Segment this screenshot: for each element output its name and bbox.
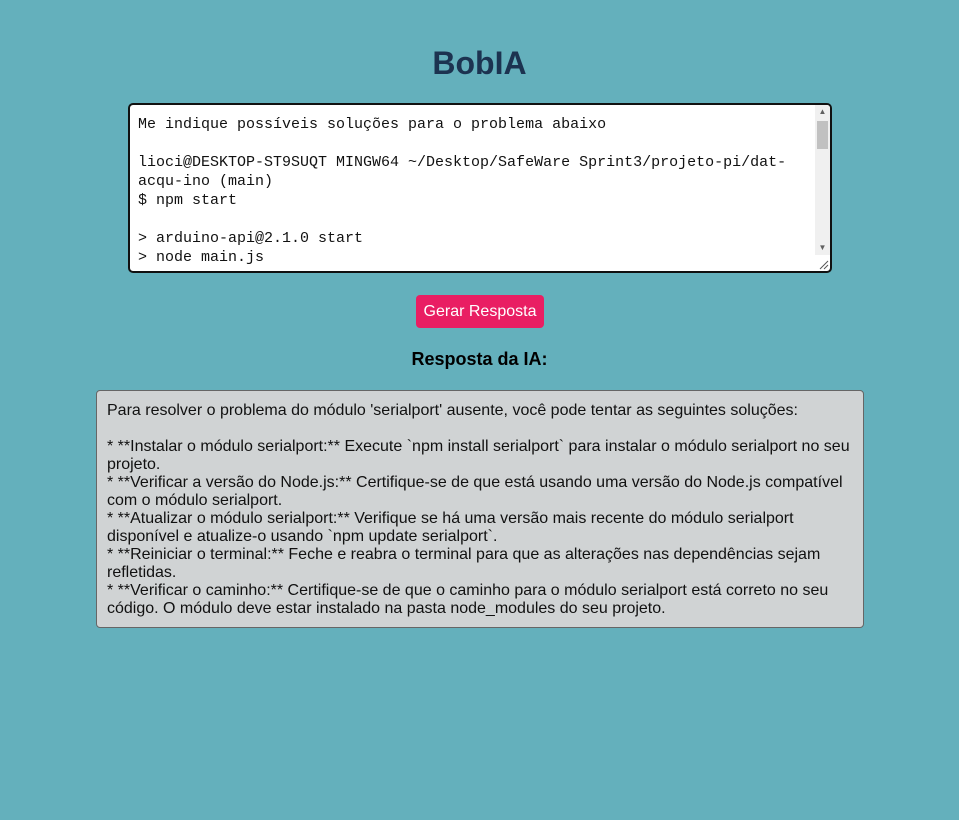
response-text: Para resolver o problema do módulo 'seri… bbox=[107, 402, 850, 617]
scroll-up-arrow-icon[interactable]: ▲ bbox=[815, 105, 830, 119]
response-heading: Resposta da IA: bbox=[411, 349, 548, 369]
app-title: BobIA bbox=[432, 45, 527, 81]
prompt-scrollbar[interactable]: ▲ ▼ bbox=[815, 105, 830, 255]
prompt-textarea-container: ▲ ▼ bbox=[128, 103, 832, 273]
prompt-textarea[interactable] bbox=[130, 105, 802, 271]
response-box: Para resolver o problema do módulo 'seri… bbox=[96, 390, 864, 628]
generate-response-button[interactable]: Gerar Resposta bbox=[416, 295, 544, 328]
resize-grip-icon[interactable] bbox=[817, 258, 829, 270]
scroll-thumb[interactable] bbox=[817, 121, 828, 149]
scroll-down-arrow-icon[interactable]: ▼ bbox=[815, 241, 830, 255]
